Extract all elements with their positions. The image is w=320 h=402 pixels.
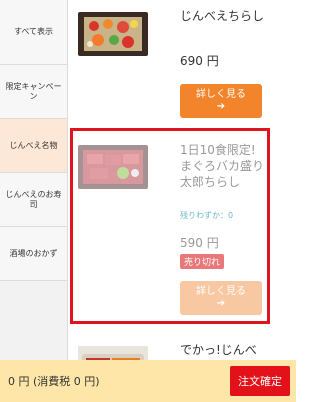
category-item-jinbei-sushi[interactable]: じんべえのお寿司 — [0, 173, 67, 227]
product-title: じんべえちらし — [180, 9, 265, 23]
product-price: 690 円 — [180, 54, 219, 68]
category-label: すべて表示 — [13, 27, 54, 36]
cart-footer: 0 円 (消費税 0 円) 注文確定 — [0, 360, 296, 402]
category-item-limited-campaign[interactable]: 限定キャンペーン — [0, 65, 67, 119]
view-details-label: 詳しく見る — [196, 89, 246, 100]
category-item-all[interactable]: すべて表示 — [0, 0, 67, 65]
view-details-label: 詳しく見る — [196, 286, 246, 297]
cart-total: 0 円 (消費税 0 円) — [8, 375, 100, 388]
arrow-right-icon: ➔ — [216, 298, 226, 309]
category-sidebar: すべて表示 限定キャンペーン じんべえ名物 じんべえのお寿司 酒場のおかず — [0, 0, 68, 402]
category-label: 限定キャンペーン — [5, 81, 62, 101]
view-details-button[interactable]: 詳しく見る ➔ — [180, 84, 262, 118]
category-item-jinbei-specialty[interactable]: じんべえ名物 — [0, 119, 67, 173]
category-item-tavern-side-dishes[interactable]: 酒場のおかず — [0, 227, 67, 281]
category-label: じんべえのお寿司 — [5, 189, 62, 209]
confirm-order-button[interactable]: 注文確定 — [230, 366, 290, 396]
remaining-stock: 残りわずか：0 — [180, 211, 234, 220]
view-details-button[interactable]: 詳しく見る ➔ — [180, 281, 262, 315]
category-label: 酒場のおかず — [9, 248, 58, 258]
category-label: じんべえ名物 — [9, 140, 58, 150]
arrow-right-icon: ➔ — [216, 101, 226, 112]
product-title: 1日10食限定!まぐろバカ盛り太郎ちらし — [180, 143, 265, 189]
product-image[interactable] — [78, 12, 148, 56]
product-image[interactable] — [78, 145, 148, 189]
product-price: 590 円 — [180, 236, 219, 250]
sold-out-badge: 売り切れ — [180, 254, 225, 269]
